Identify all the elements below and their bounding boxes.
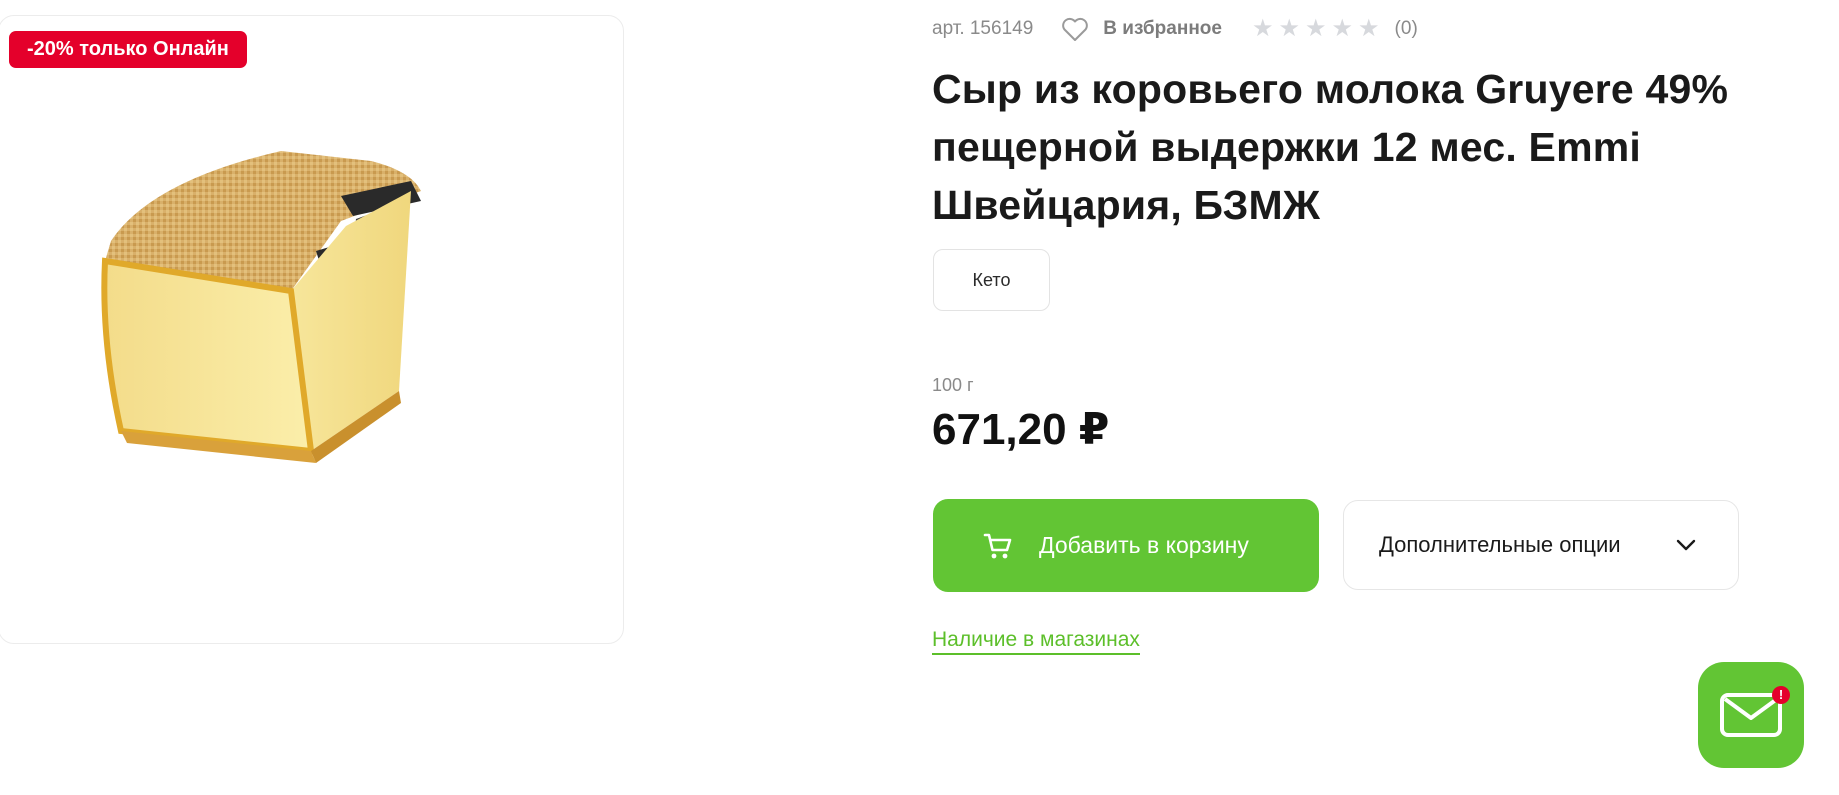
more-options-label: Дополнительные опции bbox=[1379, 532, 1621, 557]
star-icon[interactable]: ★ bbox=[1252, 17, 1274, 41]
product-image-card[interactable]: -20% только Онлайн bbox=[0, 15, 624, 644]
chat-notification-badge: ! bbox=[1772, 686, 1790, 704]
favorites-label: В избранное bbox=[1103, 18, 1222, 39]
product-meta-row: арт. 156149 В избранное ★ ★ ★ ★ ★ (0) bbox=[932, 14, 1418, 44]
unit-weight: 100 г bbox=[932, 375, 974, 395]
product-page: -20% только Онлайн арт. 156149 В избранн… bbox=[0, 0, 1839, 795]
product-title: Сыр из коровьего молока Gruyere 49% пеще… bbox=[932, 66, 1729, 228]
promo-badge: -20% только Онлайн bbox=[9, 31, 247, 68]
chat-button[interactable]: ! bbox=[1698, 662, 1804, 768]
more-options-dropdown[interactable]: Дополнительные опции bbox=[1343, 500, 1739, 590]
review-count[interactable]: (0) bbox=[1395, 18, 1418, 40]
star-icon[interactable]: ★ bbox=[1278, 17, 1300, 41]
star-icon[interactable]: ★ bbox=[1358, 17, 1380, 41]
product-price: 671,20 ₽ bbox=[932, 405, 1110, 454]
add-to-favorites-button[interactable]: В избранное bbox=[1061, 17, 1222, 42]
add-to-cart-button[interactable]: Добавить в корзину bbox=[933, 499, 1319, 592]
stores-availability-link[interactable]: Наличие в магазинах bbox=[932, 628, 1140, 655]
cart-icon bbox=[983, 532, 1013, 560]
add-to-cart-label: Добавить в корзину bbox=[1039, 532, 1249, 558]
product-photo bbox=[101, 151, 421, 463]
rating-stars[interactable]: ★ ★ ★ ★ ★ (0) bbox=[1252, 17, 1418, 41]
tag-keto[interactable]: Кето bbox=[933, 249, 1050, 311]
star-icon[interactable]: ★ bbox=[1332, 17, 1354, 41]
sku-label: арт. 156149 bbox=[932, 18, 1034, 39]
chevron-down-icon bbox=[1676, 539, 1696, 551]
star-icon[interactable]: ★ bbox=[1305, 17, 1327, 41]
heart-outline-icon bbox=[1062, 17, 1089, 41]
